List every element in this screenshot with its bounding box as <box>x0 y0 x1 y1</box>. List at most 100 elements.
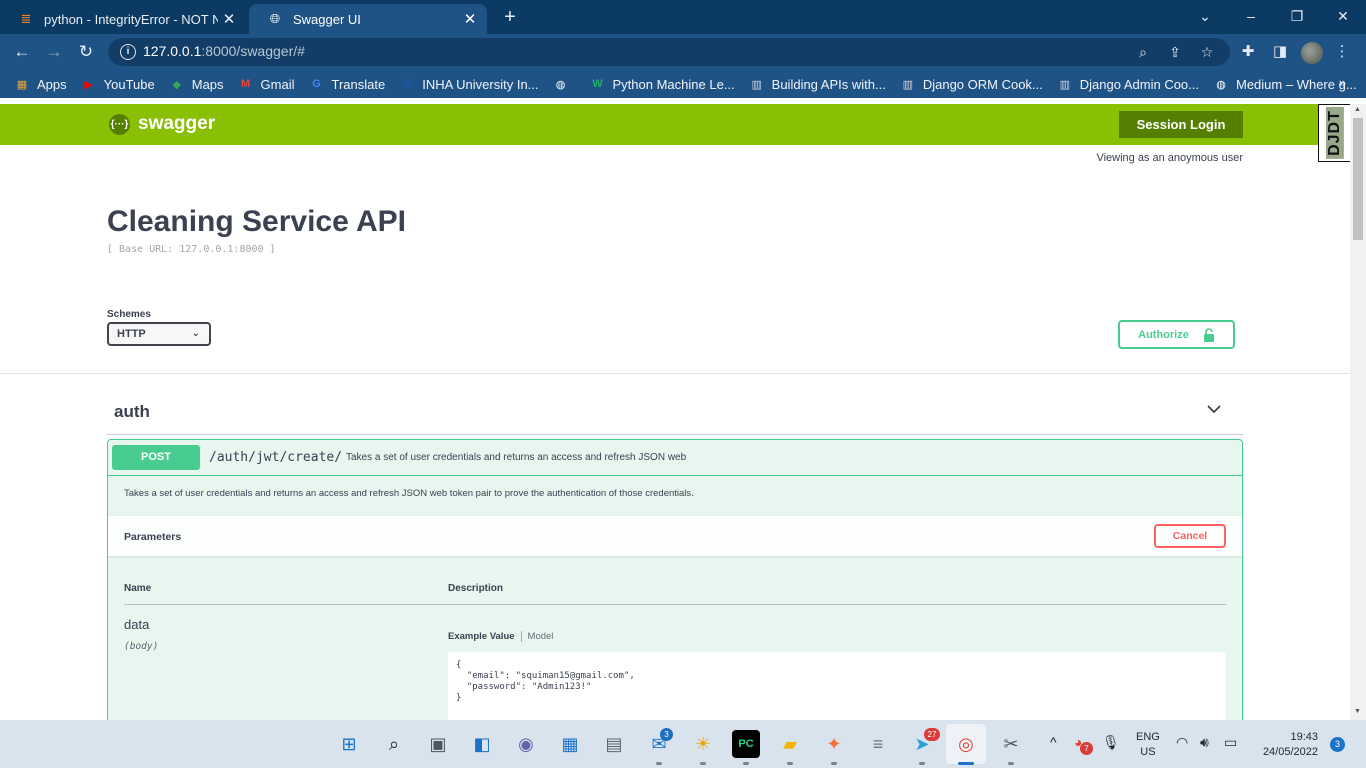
task-view-icon[interactable]: ▣ <box>424 730 452 758</box>
snipping-tool-icon[interactable]: ✂ <box>997 730 1025 758</box>
tab-stackoverflow[interactable]: ≣ python - IntegrityError - NOT NU ✕ <box>0 4 246 34</box>
clock[interactable]: 19:43 24/05/2022 <box>1256 730 1318 760</box>
start-icon[interactable]: ⊞ <box>335 730 363 758</box>
chrome-icon[interactable]: ◎ <box>952 730 980 758</box>
swagger-topbar: {···} swagger Session Login <box>0 104 1350 145</box>
bookmark-item[interactable]: ◍ Medium – Where g... <box>1213 76 1356 92</box>
session-login-button[interactable]: Session Login <box>1119 111 1243 138</box>
zoom-icon[interactable]: ⌕ <box>1134 43 1152 61</box>
bookmark-item[interactable]: G Translate <box>308 76 385 92</box>
volume-icon[interactable]: 🔊︎ <box>1200 734 1209 751</box>
browser-toolbar: ← → ↻ i 127.0.0.1:8000/swagger/# ⌕ ⇪ ☆ ✚… <box>0 34 1366 70</box>
bookmark-item[interactable]: ◆ Maps <box>169 76 224 92</box>
microphone-icon[interactable]: 🎙︎ <box>1102 734 1120 751</box>
scroll-up-icon[interactable]: ▲ <box>1354 106 1361 113</box>
bookmark-item[interactable]: ◍ <box>553 76 576 92</box>
running-indicator <box>831 762 837 765</box>
tag-auth-title[interactable]: auth <box>114 402 150 422</box>
notification-badge[interactable]: 3 <box>1330 737 1345 752</box>
extensions-icon[interactable]: ✚ <box>1238 42 1258 62</box>
bookmark-label: Maps <box>191 76 224 92</box>
bookmark-label: Django ORM Cook... <box>922 76 1043 92</box>
store-icon[interactable]: ▦ <box>556 730 584 758</box>
calculator-icon[interactable]: ▤ <box>600 730 628 758</box>
bookmark-item[interactable]: ▶ YouTube <box>81 76 154 92</box>
operation-summary-text: Takes a set of user credentials and retu… <box>346 452 687 463</box>
side-panel-icon[interactable]: ◨ <box>1270 42 1290 62</box>
file-explorer-icon[interactable]: ▰ <box>776 730 804 758</box>
scroll-down-icon[interactable]: ▼ <box>1354 708 1361 715</box>
widgets-icon[interactable]: ◧ <box>468 730 496 758</box>
swagger-logo[interactable]: {···} swagger <box>109 113 215 135</box>
forward-button[interactable]: → <box>42 40 66 64</box>
wifi-icon[interactable]: ◠ <box>1176 734 1188 751</box>
running-indicator <box>700 762 706 765</box>
authorize-label: Authorize <box>1138 328 1189 341</box>
url-text[interactable]: 127.0.0.1:8000/swagger/# <box>143 43 305 59</box>
table-header-divider <box>124 604 1226 605</box>
tab-model[interactable]: Model <box>528 631 554 642</box>
weather-icon[interactable]: ☀ <box>689 730 717 758</box>
tab-swagger[interactable]: 🌐︎ Swagger UI ✕ <box>249 4 487 34</box>
bookmark-item[interactable]: ▦ Apps <box>14 76 67 92</box>
back-button[interactable]: ← <box>10 40 34 64</box>
tab-title: Swagger UI <box>293 11 361 27</box>
bookmark-item[interactable]: M Gmail <box>238 76 295 92</box>
address-bar[interactable]: i 127.0.0.1:8000/swagger/# ⌕ ⇪ ☆ <box>108 38 1230 66</box>
battery-icon[interactable]: ▭ <box>1224 734 1237 751</box>
bookmark-item[interactable]: ▥ Building APIs with... <box>749 76 886 92</box>
reload-button[interactable]: ↻ <box>74 40 98 64</box>
running-indicator <box>787 762 793 765</box>
pycharm-icon[interactable]: PC <box>732 730 760 758</box>
tab-example-value[interactable]: Example Value <box>448 631 515 642</box>
bookmark-item[interactable]: ▥ Django ORM Cook... <box>900 76 1043 92</box>
close-window-button[interactable]: ✕ <box>1320 0 1366 32</box>
scrollbar-thumb[interactable] <box>1353 118 1363 240</box>
database-icon[interactable]: ≡ <box>864 730 892 758</box>
postman-icon[interactable]: ✦ <box>820 730 848 758</box>
close-icon[interactable]: ✕ <box>218 10 240 28</box>
parameters-title: Parameters <box>124 531 182 543</box>
schemes-select[interactable]: HTTP ⌄ <box>107 322 211 346</box>
inha-icon: Л <box>403 78 412 90</box>
language-indicator[interactable]: ENG US <box>1136 730 1160 760</box>
avatar[interactable] <box>1301 42 1323 64</box>
menu-icon[interactable]: ⋮ <box>1332 42 1352 62</box>
clock-time: 19:43 <box>1290 731 1318 743</box>
share-icon[interactable]: ⇪ <box>1166 43 1184 61</box>
operation-description: Takes a set of user credentials and retu… <box>124 488 694 499</box>
bookmark-star-icon[interactable]: ☆ <box>1198 43 1216 61</box>
bookmark-item[interactable]: Л INHA University In... <box>399 76 538 92</box>
section-divider <box>0 373 1350 374</box>
search-icon[interactable]: ⌕ <box>380 730 408 758</box>
globe-icon: 🌐︎ <box>269 11 281 26</box>
chevron-down-icon[interactable] <box>1205 400 1223 418</box>
bookmark-item[interactable]: W Python Machine Le... <box>590 76 734 92</box>
url-host: 127.0.0.1 <box>143 43 202 59</box>
bookmark-item[interactable]: ▥ Django Admin Coo... <box>1057 76 1199 92</box>
running-indicator <box>656 762 662 765</box>
running-indicator <box>743 762 749 765</box>
bookmark-label: Building APIs with... <box>771 76 886 92</box>
bookmarks-overflow-button[interactable]: » <box>1339 75 1346 90</box>
teams-chat-icon[interactable]: ◉ <box>512 730 540 758</box>
operation-summary[interactable]: POST /auth/jwt/create/ Takes a set of us… <box>108 440 1242 476</box>
minimize-button[interactable]: – <box>1228 0 1274 32</box>
windows-taskbar: ^ ◕ 7 🎙︎ ENG US ◠ 🔊︎ ▭ 19:43 24/05/2022 … <box>0 720 1366 768</box>
example-tabs: Example Value Model <box>448 631 553 642</box>
authorize-button[interactable]: Authorize <box>1118 320 1235 349</box>
browser-tab-bar: ≣ python - IntegrityError - NOT NU ✕ 🌐︎ … <box>0 0 1366 34</box>
running-indicator <box>919 762 925 765</box>
show-hidden-icons-icon[interactable]: ^ <box>1050 734 1057 750</box>
page-scrollbar[interactable]: ▲ ▼ <box>1350 104 1366 720</box>
django-debug-toolbar-handle[interactable]: DJDT <box>1318 104 1350 162</box>
close-icon[interactable]: ✕ <box>459 10 481 28</box>
info-icon[interactable]: i <box>120 44 136 60</box>
restore-button[interactable]: ❐ <box>1274 0 1320 32</box>
new-tab-button[interactable]: + <box>498 6 522 30</box>
globe-icon: ◍ <box>555 78 566 91</box>
page-title: Cleaning Service API <box>107 205 407 238</box>
mail-badge: 3 <box>660 728 673 741</box>
tab-search-icon[interactable]: ⌄ <box>1182 0 1228 32</box>
cancel-button[interactable]: Cancel <box>1154 524 1226 548</box>
